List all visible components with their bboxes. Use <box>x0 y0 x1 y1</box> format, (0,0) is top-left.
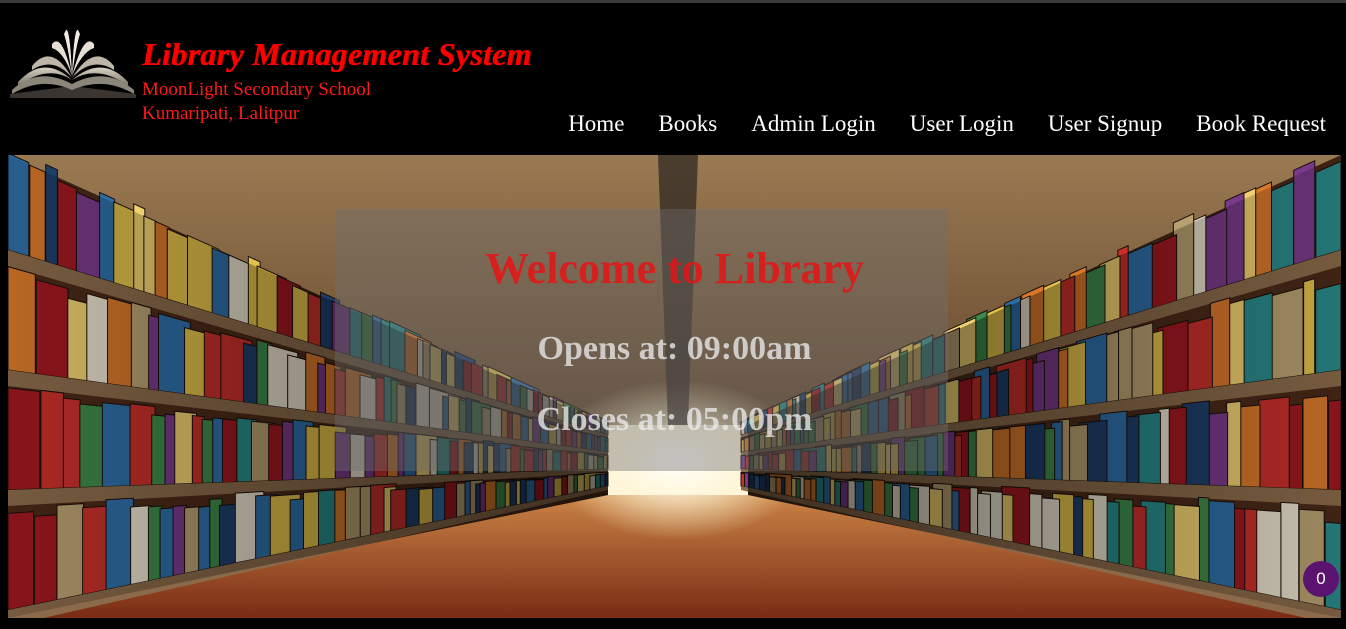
hero-section: Welcome to Library Opens at: 09:00am Clo… <box>8 155 1341 618</box>
opening-time: Opens at: 09:00am <box>537 330 812 367</box>
page: Library Management System MoonLight Seco… <box>0 0 1346 629</box>
welcome-heading: Welcome to Library <box>485 244 864 293</box>
notification-badge[interactable]: 0 <box>1303 561 1339 597</box>
nav-admin-login[interactable]: Admin Login <box>751 111 876 137</box>
top-border <box>0 0 1346 3</box>
nav-books[interactable]: Books <box>658 111 717 137</box>
nav-user-signup[interactable]: User Signup <box>1048 111 1162 137</box>
site-title: Library Management System <box>142 36 532 72</box>
closing-time: Closes at: 05:00pm <box>536 401 813 438</box>
open-book-icon <box>10 29 136 98</box>
school-address: Kumaripati, Lalitpur <box>142 103 300 124</box>
school-name: MoonLight Secondary School <box>142 79 372 100</box>
nav-book-request[interactable]: Book Request <box>1196 111 1326 137</box>
book-spine <box>740 473 746 488</box>
nav-user-login[interactable]: User Login <box>910 111 1014 137</box>
nav-home[interactable]: Home <box>568 111 624 137</box>
main-nav: Home Books Admin Login User Login User S… <box>568 111 1326 137</box>
